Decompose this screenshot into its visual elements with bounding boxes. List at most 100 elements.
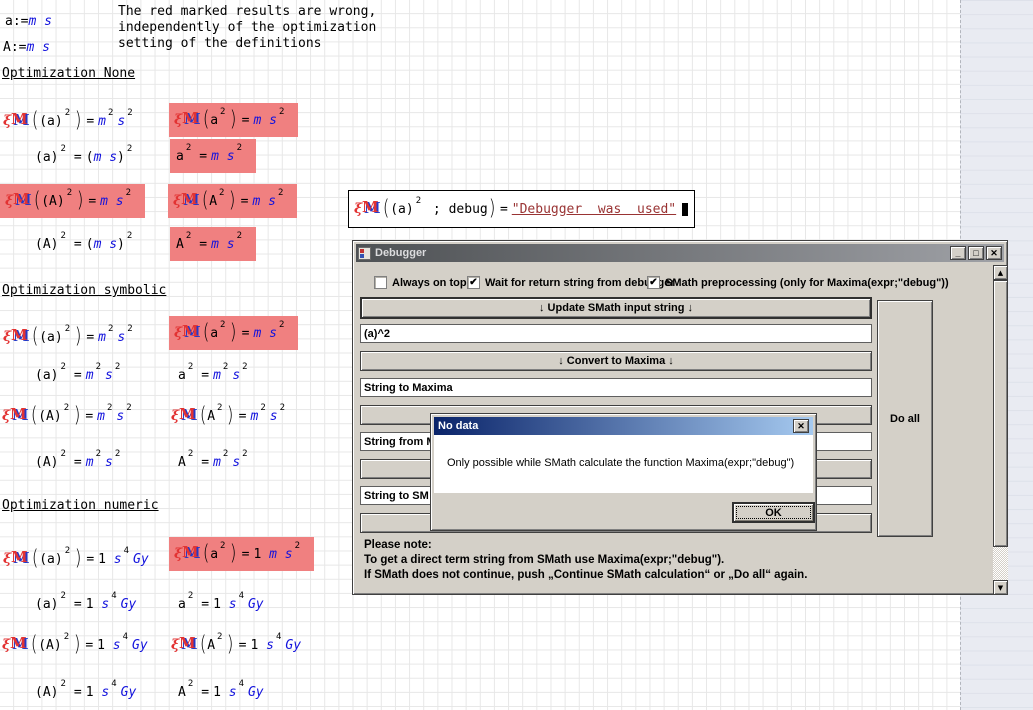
math-variable: Gy (285, 638, 301, 653)
equals-sign: = (88, 194, 96, 209)
math-exponent: 2 (60, 231, 65, 241)
math-text: A (207, 409, 215, 424)
scroll-up-arrow-icon[interactable]: ▲ (993, 265, 1008, 280)
checkbox-box[interactable] (374, 276, 387, 289)
math-region[interactable]: ξMM((A)2)=m2s2 (3, 401, 136, 431)
math-region[interactable]: ξMM(a2)=m s2 (169, 316, 298, 350)
scrollbar-track[interactable] (993, 547, 1008, 580)
math-variable: m s (211, 149, 234, 164)
math-region[interactable]: ξMM(a2)=m s2 (169, 103, 298, 137)
math-variable: m (213, 455, 221, 470)
window-title: Debugger (375, 247, 950, 259)
math-region[interactable]: (A)2=1 s4Gy (35, 677, 136, 707)
section-header[interactable]: Optimization numeric (2, 498, 159, 513)
maximize-button[interactable]: □ (968, 246, 984, 260)
smath-input-string-field[interactable]: (a)^2 (360, 324, 872, 343)
math-region[interactable]: (A)2=(m s)2 (35, 229, 136, 259)
math-region[interactable]: A:=m s (3, 32, 50, 62)
worksheet-text-region[interactable]: The red marked results are wrong, indepe… (118, 4, 376, 52)
math-text: A (209, 194, 217, 209)
dialog-titlebar[interactable]: No data ✕ (434, 417, 813, 435)
math-variable: s (116, 409, 124, 424)
math-region[interactable]: ξMM((a)2)=m2s2 (4, 106, 137, 136)
m-red-glyph: M (179, 634, 196, 652)
math-region[interactable]: A2=m2s2 (178, 447, 252, 477)
dialog-close-icon[interactable]: ✕ (793, 419, 809, 433)
math-exponent: 2 (67, 188, 72, 198)
math-region[interactable]: A2=m s2 (170, 227, 256, 261)
equals-sign: = (74, 368, 82, 383)
m-red-glyph: M (13, 190, 30, 208)
update-smath-input-button[interactable]: ↓ Update SMath input string ↓ (360, 297, 872, 319)
math-variable: s (117, 330, 125, 345)
math-region[interactable]: ξMM(a2)=1 m s2 (169, 537, 314, 571)
maxima-icon: ξMM (4, 327, 31, 347)
checkbox-box[interactable]: ✔ (647, 276, 660, 289)
math-text: 1 (97, 638, 113, 653)
math-region[interactable]: ξMM(A2)=1 s4Gy (172, 630, 301, 660)
string-to-maxima-field[interactable]: String to Maxima (360, 378, 872, 397)
section-header[interactable]: Optimization symbolic (2, 283, 166, 298)
math-region[interactable]: ξMM((A)2)=m s2 (0, 184, 145, 218)
math-region[interactable]: ξMM(A2)=m s2 (168, 184, 297, 218)
close-button[interactable]: ✕ (986, 246, 1002, 260)
wait-return-string-checkbox[interactable]: ✔Wait for return string from debugger (467, 276, 675, 289)
math-exponent: 2 (217, 403, 222, 413)
math-variable: m s (211, 237, 234, 252)
equals-sign: = (85, 638, 93, 653)
math-exponent: 2 (279, 320, 284, 330)
math-text: (A) (38, 409, 61, 424)
cursor-block (682, 203, 688, 216)
maxima-icon: ξMM (355, 199, 382, 219)
math-text: ; debug (425, 202, 488, 217)
do-all-button[interactable]: Do all (877, 300, 933, 537)
math-region[interactable]: (A)2=m2s2 (35, 447, 124, 477)
convert-to-maxima-button[interactable]: ↓ Convert to Maxima ↓ (360, 351, 872, 371)
math-region[interactable]: a2=m2s2 (178, 360, 252, 390)
math-text: A:= (3, 40, 26, 55)
math-variable: s (113, 638, 121, 653)
math-variable: m s (253, 113, 276, 128)
math-variable: m s (26, 40, 49, 55)
math-region[interactable]: ξMM((A)2)=1 s4Gy (3, 630, 148, 660)
math-region[interactable]: a2=1 s4Gy (178, 589, 264, 619)
smath-preprocessing-checkbox[interactable]: ✔SMath preprocessing (only for Maxima(ex… (647, 276, 949, 289)
math-variable: s (270, 409, 278, 424)
ok-button[interactable]: OK (732, 502, 815, 523)
math-text: 1 (213, 685, 229, 700)
scrollbar-thumb[interactable] (993, 280, 1008, 547)
minimize-button[interactable]: _ (950, 246, 966, 260)
checkbox-box[interactable]: ✔ (467, 276, 480, 289)
math-text: 1 (86, 685, 102, 700)
math-region[interactable]: (a)2=(m s)2 (35, 142, 136, 172)
section-header[interactable]: Optimization None (2, 66, 135, 81)
open-paren: ( (34, 188, 41, 212)
math-region[interactable]: A2=1 s4Gy (178, 677, 264, 707)
math-exponent: 2 (237, 143, 242, 153)
open-paren: ( (31, 403, 38, 427)
math-region[interactable]: ξMM((a)2)=1 s4Gy (4, 544, 149, 574)
math-exponent: 2 (188, 362, 193, 372)
math-exponent: 2 (260, 403, 265, 413)
math-region[interactable]: (a)2=m2s2 (35, 360, 124, 390)
math-variable: s (266, 638, 274, 653)
math-region[interactable]: (a)2=1 s4Gy (35, 589, 136, 619)
math-region[interactable]: ξMM(A2)=m2s2 (172, 401, 289, 431)
equals-sign: = (74, 150, 82, 165)
m-red-glyph: M (11, 548, 28, 566)
debugger-titlebar[interactable]: Debugger _ □ ✕ (356, 244, 1004, 262)
debug-expression-region[interactable]: ξMM((a)2 ; debug)="Debugger was used" (348, 190, 695, 228)
math-text: a (210, 113, 218, 128)
math-region[interactable]: a2=m s2 (170, 139, 256, 173)
math-exponent: 2 (127, 108, 132, 118)
math-variable: m (97, 409, 105, 424)
math-text: (A) (38, 638, 61, 653)
math-variable: s (101, 685, 109, 700)
math-region[interactable]: ξMM((a)2)=m2s2 (4, 322, 137, 352)
math-text: 1 (98, 552, 114, 567)
scroll-down-arrow-icon[interactable]: ▼ (993, 580, 1008, 595)
always-on-top-checkbox[interactable]: Always on top (374, 276, 467, 289)
math-variable: m s (253, 326, 276, 341)
close-paren: ) (77, 188, 84, 212)
math-exponent: 2 (416, 196, 421, 206)
